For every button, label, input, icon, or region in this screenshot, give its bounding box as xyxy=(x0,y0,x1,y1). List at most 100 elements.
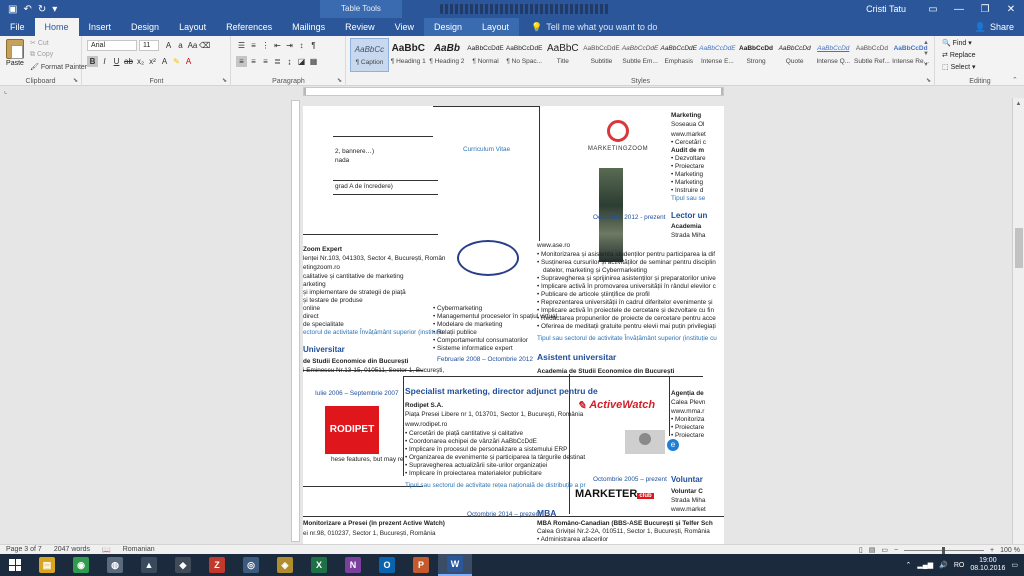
style-strong[interactable]: AaBbCcDd Strong xyxy=(737,38,776,72)
font-color-icon[interactable]: A xyxy=(183,56,194,67)
dialog-launcher-icon[interactable]: ⬊ xyxy=(73,77,78,84)
paste-button[interactable]: Paste xyxy=(4,39,26,67)
zoom-slider[interactable] xyxy=(904,546,985,554)
tab-view[interactable]: View xyxy=(385,18,424,36)
tray-chevron-icon[interactable]: ⌃ xyxy=(906,561,912,569)
outlook-icon[interactable]: O xyxy=(370,554,404,576)
multilevel-list-icon[interactable]: ⋮ xyxy=(260,40,271,51)
text-effects-icon[interactable]: A xyxy=(159,56,170,67)
copy-button[interactable]: ⧉ Copy xyxy=(30,51,53,59)
tab-selector-icon[interactable]: ⌞ xyxy=(4,87,7,95)
app-icon-5[interactable]: ◈ xyxy=(268,554,302,576)
app-icon-3[interactable]: ◆ xyxy=(166,554,200,576)
tab-insert[interactable]: Insert xyxy=(79,18,122,36)
share-button[interactable]: 👤 Share xyxy=(975,18,1014,36)
align-left-icon[interactable]: ≡ xyxy=(236,56,247,67)
tab-design[interactable]: Design xyxy=(121,18,169,36)
zoom-level[interactable]: 100 % xyxy=(1000,547,1020,554)
word-icon[interactable]: W xyxy=(438,554,472,576)
shrink-font-icon[interactable]: a xyxy=(175,40,186,51)
collapse-ribbon-icon[interactable]: ⌃ xyxy=(1012,76,1018,84)
increase-indent-icon[interactable]: ⇥ xyxy=(284,40,295,51)
tab-table-design[interactable]: Design xyxy=(424,18,473,36)
style-caption[interactable]: AaBbCc ¶ Caption xyxy=(350,38,389,72)
scroll-up-icon[interactable]: ▲ xyxy=(1013,98,1024,110)
ribbon-display-options-icon[interactable]: ▭ xyxy=(920,4,946,15)
volume-icon[interactable]: 🔊 xyxy=(939,561,948,569)
notifications-icon[interactable]: ▭ xyxy=(1011,561,1018,569)
tell-me-box[interactable]: 💡 Tell me what you want to do xyxy=(519,18,657,36)
numbering-icon[interactable]: ≡ xyxy=(248,40,259,51)
undo-icon[interactable]: ↶ xyxy=(23,4,31,15)
style-subtitle[interactable]: AaBbCcDdE Subtitle xyxy=(582,38,621,72)
align-right-icon[interactable]: ≡ xyxy=(260,56,271,67)
save-icon[interactable]: ▣ xyxy=(8,4,17,15)
tab-layout[interactable]: Layout xyxy=(169,18,216,36)
superscript-icon[interactable]: x² xyxy=(147,56,158,67)
subscript-icon[interactable]: x₂ xyxy=(135,56,146,67)
filezilla-icon[interactable]: Z xyxy=(200,554,234,576)
tab-table-layout[interactable]: Layout xyxy=(472,18,520,36)
style-normal[interactable]: AaBbCcDdE ¶ Normal xyxy=(466,38,505,72)
user-name[interactable]: Cristi Tatu xyxy=(866,4,906,14)
document-area[interactable]: Marketing Soseaua Ol www.market • Cercet… xyxy=(0,98,1012,544)
change-case-icon[interactable]: Aa xyxy=(187,40,198,51)
tab-home[interactable]: Home xyxy=(34,18,79,36)
clock[interactable]: 19:00 08.10.2016 xyxy=(970,557,1005,573)
excel-icon[interactable]: X xyxy=(302,554,336,576)
style-emphasis[interactable]: AaBbCcDdE Emphasis xyxy=(659,38,698,72)
tab-review[interactable]: Review xyxy=(335,18,385,36)
italic-icon[interactable]: I xyxy=(99,56,110,67)
file-explorer-icon[interactable]: ▤ xyxy=(30,554,64,576)
language[interactable]: Romanian xyxy=(117,546,161,553)
bullets-icon[interactable]: ☰ xyxy=(236,40,247,51)
page-count[interactable]: Page 3 of 7 xyxy=(0,546,48,553)
style-no-spacing[interactable]: AaBbCcDdE ¶ No Spac... xyxy=(505,38,544,72)
zoom-out-icon[interactable]: − xyxy=(894,547,898,554)
strikethrough-icon[interactable]: ab xyxy=(123,56,134,67)
select-button[interactable]: ⬚ Select ▾ xyxy=(942,63,976,71)
proofing-icon[interactable]: 📖 xyxy=(96,546,117,554)
justify-icon[interactable]: ≣ xyxy=(272,56,283,67)
read-mode-icon[interactable]: ▯ xyxy=(859,546,863,554)
chrome-icon[interactable]: ◉ xyxy=(64,554,98,576)
chevron-down-icon[interactable]: ▼ xyxy=(922,49,930,60)
restore-button[interactable]: ❐ xyxy=(972,4,998,15)
grow-font-icon[interactable]: A xyxy=(163,40,174,51)
styles-gallery-scroll[interactable]: ▲ ▼ ▾ xyxy=(922,38,930,72)
vertical-ruler[interactable] xyxy=(291,100,300,542)
word-count[interactable]: 2047 words xyxy=(48,546,96,553)
chevron-up-icon[interactable]: ▲ xyxy=(922,38,930,49)
bold-icon[interactable]: B xyxy=(87,56,98,67)
scroll-thumb[interactable] xyxy=(1015,228,1023,268)
font-size-select[interactable]: 11 xyxy=(139,40,159,51)
vertical-scrollbar[interactable]: ▲ xyxy=(1012,98,1024,544)
underline-icon[interactable]: U xyxy=(111,56,122,67)
horizontal-ruler[interactable] xyxy=(303,87,724,96)
clear-formatting-icon[interactable]: ⌫ xyxy=(199,40,210,51)
app-icon-2[interactable]: ▲ xyxy=(132,554,166,576)
powerpoint-icon[interactable]: P xyxy=(404,554,438,576)
style-intense-quote[interactable]: AaBbCcDd Intense Q... xyxy=(814,38,853,72)
align-center-icon[interactable]: ≡ xyxy=(248,56,259,67)
document-page[interactable]: Marketing Soseaua Ol www.market • Cercet… xyxy=(303,106,724,544)
input-language[interactable]: RO xyxy=(954,562,965,569)
format-painter-button[interactable]: 🖌 Format Painter xyxy=(30,63,87,71)
minimize-button[interactable]: — xyxy=(946,4,972,15)
replace-button[interactable]: ⇄ Replace xyxy=(942,51,976,59)
close-button[interactable]: ✕ xyxy=(998,4,1024,15)
more-icon[interactable]: ▾ xyxy=(922,60,930,71)
tab-file[interactable]: File xyxy=(0,18,35,36)
style-subtle-reference[interactable]: AaBbCcDd Subtle Ref... xyxy=(853,38,892,72)
sort-icon[interactable]: ↕ xyxy=(296,40,307,51)
tab-references[interactable]: References xyxy=(216,18,282,36)
style-intense-emphasis[interactable]: AaBbCcDdE Intense E... xyxy=(698,38,737,72)
onenote-icon[interactable]: N xyxy=(336,554,370,576)
zoom-in-icon[interactable]: + xyxy=(990,547,994,554)
tab-mailings[interactable]: Mailings xyxy=(282,18,335,36)
print-layout-icon[interactable]: ▤ xyxy=(869,546,876,554)
cut-button[interactable]: ✂ Cut xyxy=(30,39,49,47)
shading-icon[interactable]: ◪ xyxy=(296,56,307,67)
style-subtle-emphasis[interactable]: AaBbCcDdE Subtle Em... xyxy=(621,38,660,72)
font-family-select[interactable]: Arial xyxy=(87,40,137,51)
